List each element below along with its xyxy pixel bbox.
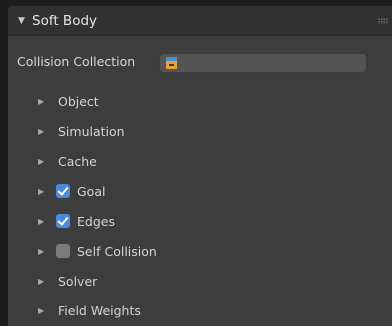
self-collision-checkbox[interactable]: [56, 244, 70, 258]
subpanel-label: Object: [58, 94, 99, 109]
collapse-triangle-icon[interactable]: ▼: [18, 16, 32, 26]
subpanel-solver[interactable]: ▶ Solver: [8, 268, 392, 296]
subpanel-object[interactable]: ▶ Object: [8, 88, 392, 116]
expand-triangle-icon[interactable]: ▶: [38, 247, 44, 256]
expand-triangle-icon[interactable]: ▶: [38, 187, 44, 196]
subpanel-simulation[interactable]: ▶ Simulation: [8, 118, 392, 146]
expand-triangle-icon[interactable]: ▶: [38, 277, 44, 286]
subpanel-goal[interactable]: ▶ Goal: [8, 178, 392, 206]
subpanel-label: Solver: [58, 274, 98, 289]
drag-grip-icon[interactable]: [378, 18, 388, 24]
subpanel-label: Field Weights: [58, 303, 141, 318]
goal-checkbox[interactable]: [56, 184, 70, 198]
soft-body-panel: ▼ Soft Body Collision Collection ▶ Objec…: [8, 6, 392, 326]
subpanel-field-weights[interactable]: ▶ Field Weights: [8, 297, 392, 325]
subpanel-label: Cache: [58, 154, 97, 169]
expand-triangle-icon[interactable]: ▶: [38, 127, 44, 136]
panel-header[interactable]: ▼ Soft Body: [8, 6, 392, 36]
collision-collection-field[interactable]: [159, 53, 367, 73]
expand-triangle-icon[interactable]: ▶: [38, 157, 44, 166]
subpanel-self-collision[interactable]: ▶ Self Collision: [8, 238, 392, 266]
subpanel-edges[interactable]: ▶ Edges: [8, 208, 392, 236]
expand-triangle-icon[interactable]: ▶: [38, 306, 44, 315]
subpanel-label: Goal: [77, 184, 106, 199]
panel-title: Soft Body: [32, 12, 98, 29]
collection-icon: [166, 57, 177, 69]
expand-triangle-icon[interactable]: ▶: [38, 217, 44, 226]
expand-triangle-icon[interactable]: ▶: [38, 97, 44, 106]
subpanel-label: Edges: [77, 214, 115, 229]
collision-collection-label: Collision Collection: [17, 54, 136, 69]
subpanel-label: Simulation: [58, 124, 125, 139]
subpanel-cache[interactable]: ▶ Cache: [8, 148, 392, 176]
collision-collection-row: Collision Collection: [8, 51, 392, 75]
subpanel-label: Self Collision: [77, 244, 157, 259]
edges-checkbox[interactable]: [56, 214, 70, 228]
